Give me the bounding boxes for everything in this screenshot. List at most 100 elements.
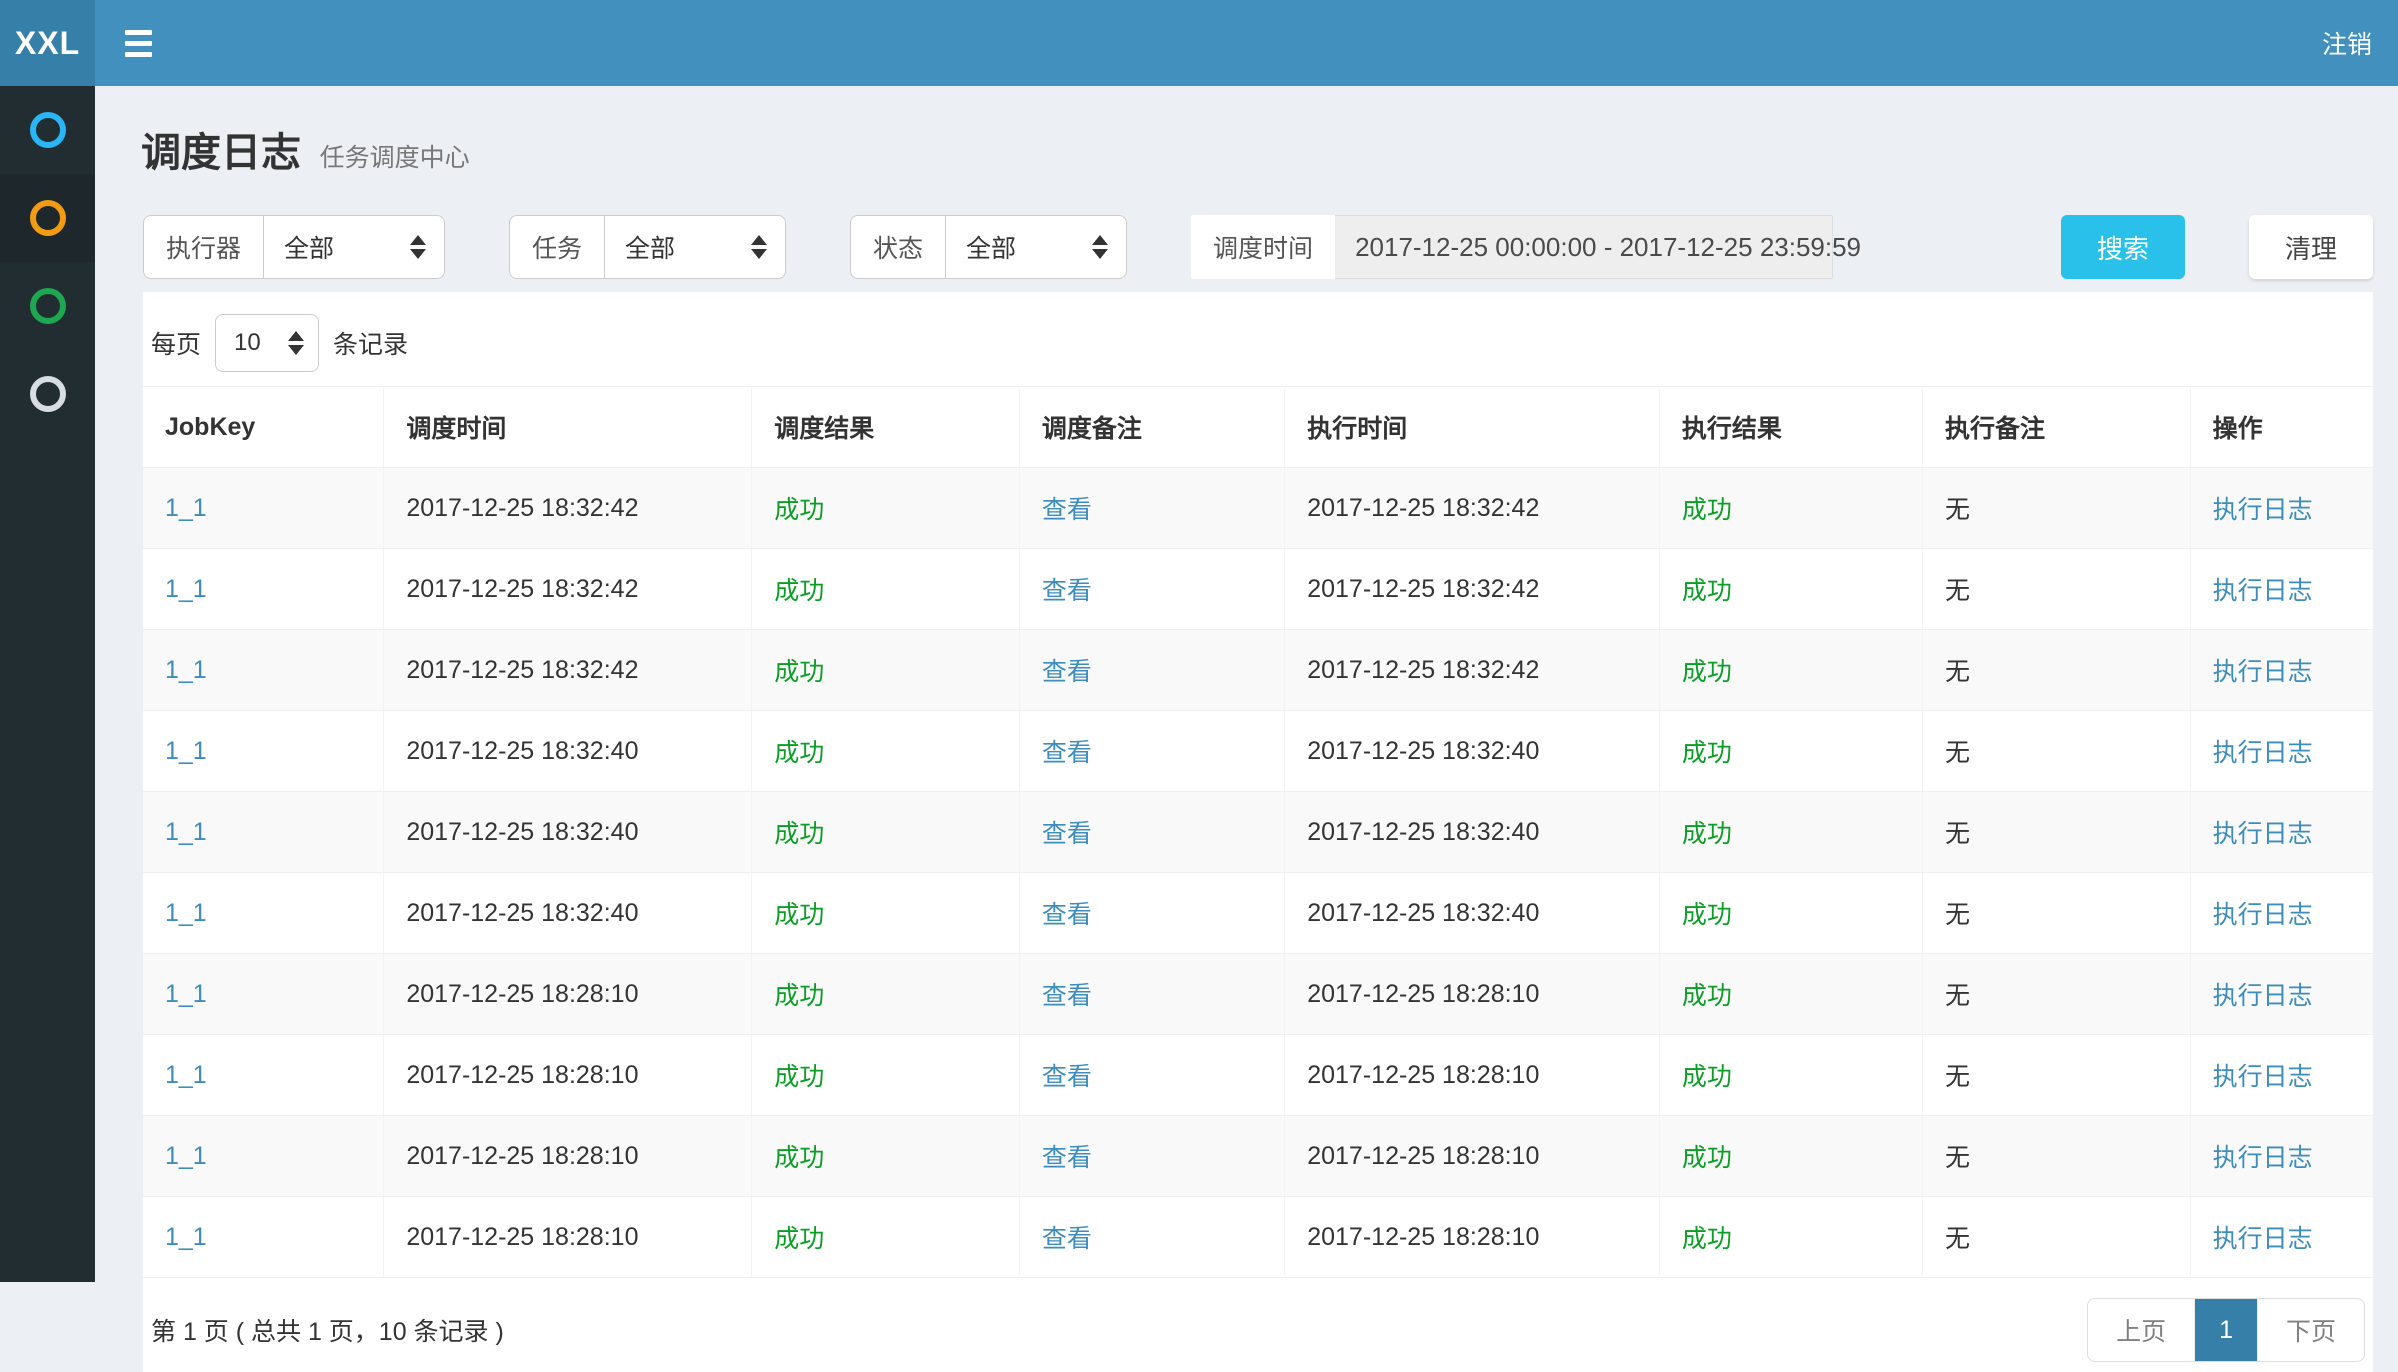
job-filter-select[interactable]: 全部 [604, 215, 786, 279]
handle-time-cell: 2017-12-25 18:28:10 [1285, 1035, 1660, 1116]
jobkey-link[interactable]: 1_1 [165, 737, 207, 765]
trigger-time-cell: 2017-12-25 18:32:40 [384, 873, 752, 954]
execution-log-link[interactable]: 执行日志 [2213, 1144, 2313, 1172]
handle-result-cell: 成功 [1659, 711, 1922, 792]
trigger-msg-link[interactable]: 查看 [1042, 658, 1092, 686]
search-button[interactable]: 搜索 [2061, 215, 2185, 279]
page-size-suffix: 条记录 [333, 325, 408, 361]
table-row: 1_12017-12-25 18:28:10成功查看2017-12-25 18:… [143, 1197, 2373, 1278]
trigger-time-cell: 2017-12-25 18:28:10 [384, 954, 752, 1035]
next-page-button[interactable]: 下页 [2258, 1299, 2364, 1361]
handle-msg-cell: 无 [1922, 1116, 2190, 1197]
jobkey-link[interactable]: 1_1 [165, 575, 207, 603]
table-row: 1_12017-12-25 18:28:10成功查看2017-12-25 18:… [143, 954, 2373, 1035]
handle-result-cell: 成功 [1659, 1116, 1922, 1197]
page-header: 调度日志 任务调度中心 [121, 104, 2373, 200]
trigger-msg-link[interactable]: 查看 [1042, 901, 1092, 929]
column-header-handle-result: 执行结果 [1659, 387, 1922, 468]
sidebar-item-3[interactable] [0, 262, 95, 350]
status-filter-label: 状态 [850, 215, 945, 279]
jobkey-link[interactable]: 1_1 [165, 656, 207, 684]
handle-msg-cell: 无 [1922, 630, 2190, 711]
trigger-msg-link[interactable]: 查看 [1042, 1144, 1092, 1172]
trigger-msg-link[interactable]: 查看 [1042, 1063, 1092, 1091]
handle-time-cell: 2017-12-25 18:32:40 [1285, 792, 1660, 873]
column-header-trigger-result: 调度结果 [752, 387, 1020, 468]
handle-time-cell: 2017-12-25 18:28:10 [1285, 954, 1660, 1035]
hamburger-icon [125, 52, 152, 57]
clear-log-button[interactable]: 清理 [2249, 215, 2373, 279]
trigger-msg-link[interactable]: 查看 [1042, 1225, 1092, 1253]
executor-filter-select[interactable]: 全部 [263, 215, 445, 279]
prev-page-button[interactable]: 上页 [2088, 1299, 2195, 1361]
hamburger-icon [125, 41, 152, 46]
app-logo[interactable]: XXL [0, 0, 95, 86]
jobkey-link[interactable]: 1_1 [165, 980, 207, 1008]
top-navbar: XXL 注销 [0, 0, 2398, 86]
sidebar-item-4[interactable] [0, 350, 95, 438]
handle-time-cell: 2017-12-25 18:28:10 [1285, 1197, 1660, 1278]
trigger-time-range-input[interactable]: 2017-12-25 00:00:00 - 2017-12-25 23:59:5… [1335, 215, 1833, 279]
page-size-select[interactable]: 10 [215, 314, 319, 372]
page-subtitle: 任务调度中心 [320, 144, 470, 172]
circle-icon [30, 288, 66, 324]
handle-time-cell: 2017-12-25 18:32:42 [1285, 549, 1660, 630]
trigger-msg-link[interactable]: 查看 [1042, 577, 1092, 605]
hamburger-icon [125, 30, 152, 35]
jobkey-link[interactable]: 1_1 [165, 494, 207, 522]
jobkey-link[interactable]: 1_1 [165, 818, 207, 846]
trigger-msg-link[interactable]: 查看 [1042, 739, 1092, 767]
executor-filter-label: 执行器 [143, 215, 263, 279]
execution-log-link[interactable]: 执行日志 [2213, 901, 2313, 929]
jobkey-link[interactable]: 1_1 [165, 1223, 207, 1251]
table-row: 1_12017-12-25 18:28:10成功查看2017-12-25 18:… [143, 1035, 2373, 1116]
sidebar-item-2[interactable] [0, 174, 95, 262]
jobkey-link[interactable]: 1_1 [165, 1061, 207, 1089]
jobkey-link[interactable]: 1_1 [165, 899, 207, 927]
select-arrows-icon [1092, 235, 1108, 259]
handle-time-cell: 2017-12-25 18:28:10 [1285, 1116, 1660, 1197]
circle-icon [30, 200, 66, 236]
execution-log-link[interactable]: 执行日志 [2213, 982, 2313, 1010]
sidebar-toggle-button[interactable] [95, 0, 182, 86]
content-area: 调度日志 任务调度中心 执行器 全部 任务 全部 状态 全部 [95, 86, 2398, 1282]
status-filter-select[interactable]: 全部 [945, 215, 1127, 279]
execution-log-link[interactable]: 执行日志 [2213, 496, 2313, 524]
page-title: 调度日志 [141, 131, 301, 175]
trigger-msg-link[interactable]: 查看 [1042, 820, 1092, 848]
job-filter-group: 任务 全部 [509, 215, 786, 279]
table-row: 1_12017-12-25 18:32:42成功查看2017-12-25 18:… [143, 468, 2373, 549]
handle-result-cell: 成功 [1659, 792, 1922, 873]
status-filter-group: 状态 全部 [850, 215, 1127, 279]
handle-result-cell: 成功 [1659, 468, 1922, 549]
page-number-button[interactable]: 1 [2195, 1299, 2258, 1361]
select-arrows-icon [410, 235, 426, 259]
table-row: 1_12017-12-25 18:32:40成功查看2017-12-25 18:… [143, 711, 2373, 792]
trigger-msg-link[interactable]: 查看 [1042, 982, 1092, 1010]
execution-log-link[interactable]: 执行日志 [2213, 577, 2313, 605]
table-footer: 第 1 页 ( 总共 1 页，10 条记录 ) 上页 1 下页 [151, 1298, 2365, 1362]
logout-link[interactable]: 注销 [2296, 0, 2398, 86]
table-row: 1_12017-12-25 18:32:40成功查看2017-12-25 18:… [143, 873, 2373, 954]
sidebar-item-1[interactable] [0, 86, 95, 174]
execution-log-link[interactable]: 执行日志 [2213, 739, 2313, 767]
page-size-prefix: 每页 [151, 325, 201, 361]
trigger-msg-link[interactable]: 查看 [1042, 496, 1092, 524]
sidebar [0, 86, 95, 1282]
column-header-trigger-time: 调度时间 [384, 387, 752, 468]
column-header-jobkey: JobKey [143, 387, 384, 468]
filter-bar: 执行器 全部 任务 全部 状态 全部 调度时间 2017-12-25 00: [143, 214, 2373, 280]
jobkey-link[interactable]: 1_1 [165, 1142, 207, 1170]
column-header-trigger-msg: 调度备注 [1019, 387, 1284, 468]
trigger-result-cell: 成功 [752, 954, 1020, 1035]
execution-log-link[interactable]: 执行日志 [2213, 820, 2313, 848]
handle-result-cell: 成功 [1659, 954, 1922, 1035]
trigger-result-cell: 成功 [752, 1116, 1020, 1197]
execution-log-link[interactable]: 执行日志 [2213, 1063, 2313, 1091]
circle-icon [30, 376, 66, 412]
execution-log-link[interactable]: 执行日志 [2213, 658, 2313, 686]
execution-log-link[interactable]: 执行日志 [2213, 1225, 2313, 1253]
handle-result-cell: 成功 [1659, 549, 1922, 630]
trigger-result-cell: 成功 [752, 711, 1020, 792]
handle-time-cell: 2017-12-25 18:32:40 [1285, 711, 1660, 792]
